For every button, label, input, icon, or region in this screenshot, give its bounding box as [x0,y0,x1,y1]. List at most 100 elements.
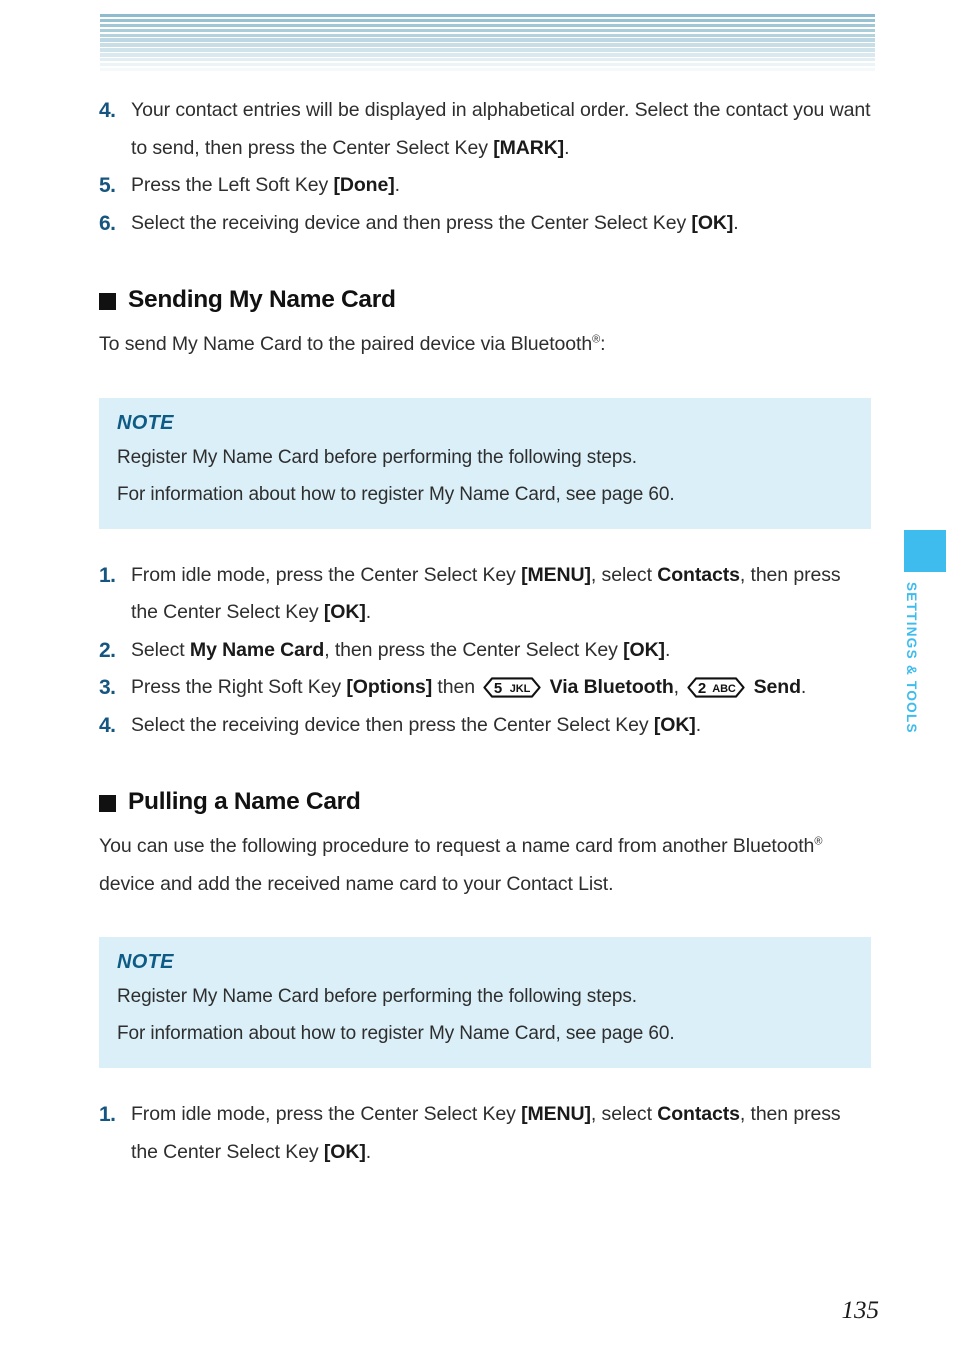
svg-text:5: 5 [494,680,502,697]
note-line-2: For information about how to register My… [117,1023,675,1044]
step-number: 6. [99,211,116,235]
note-line-2: For information about how to register My… [117,483,675,505]
note-title: NOTE [117,411,174,434]
square-bullet-icon [99,794,116,812]
step-emphasis: My Name Card [189,638,325,661]
header-decorative-stripes [100,14,875,78]
step-text: Select [131,638,190,661]
side-tab-settings-and-tools: SETTINGS & TOOLS [904,530,946,734]
step-item: 1. From idle mode, press the Center Selec… [99,557,871,632]
note-box-pulling: NOTE Register My Name Card before perfor… [99,937,871,1068]
header-stripe [100,23,875,28]
step-text: . [800,676,807,698]
section-one-steps-list: 1. From idle mode, press the Center Selec… [99,557,871,745]
step-emphasis: [Done] [333,174,395,196]
note-title: NOTE [117,951,174,973]
section-two-intro-part1: You can use the following procedure to r… [99,835,815,857]
step-text: , select [590,1103,658,1125]
step-number: 1. [99,563,116,587]
header-stripe [100,14,875,18]
step-number: 1. [99,1103,116,1126]
section-one-intro-after: : [600,333,606,355]
header-stripe [100,43,875,47]
registered-mark-icon: ® [592,333,601,346]
svg-text:ABC: ABC [713,683,737,695]
step-item: 6. Select the receiving device and then p… [99,205,871,243]
step-text: Select the receiving device then press t… [131,713,654,736]
phone-key-2-icon: 2 ABC [687,677,745,698]
section-heading-pulling-a-name-card: Pulling a Name Card [99,788,871,816]
section-two-intro-part2: device and add the received name card to… [99,872,614,895]
step-text: , then press the Center Select Key [324,638,624,661]
header-stripe [100,58,875,62]
step-emphasis: [OK] [323,1140,366,1163]
top-steps-list: 4. Your contact entries will be displayed… [99,92,871,242]
step-emphasis: [MENU] [521,1103,591,1125]
step-item: 2. Select My Name Card, then press the Ce… [99,632,871,670]
section-one-heading-text: Sending My Name Card [128,286,396,313]
section-two-steps-list: 1. From idle mode, press the Center Selec… [99,1096,871,1171]
header-stripe [100,72,875,77]
page-content: 4. Your contact entries will be displayed… [99,92,871,1171]
section-one-intro: To send My Name Card to the paired devic… [99,326,871,364]
step-emphasis: Contacts [657,563,740,586]
step-text: Select the receiving device and then pre… [131,211,692,234]
step-text: From idle mode, press the Center Select … [131,563,522,586]
step-text: , [673,676,685,698]
step-emphasis: [MARK] [493,136,565,159]
step-text: . [564,136,570,159]
side-tab-color-swatch [904,530,946,572]
step-emphasis: [OK] [653,713,696,736]
step-item: 4. Your contact entries will be displayed… [99,92,871,167]
step-item: 1. From idle mode, press the Center Selec… [99,1096,871,1171]
step-text: , select [590,563,658,586]
svg-text:2: 2 [698,680,706,697]
step-item: 4. Select the receiving device then press… [99,707,871,745]
step-item: 3. Press the Right Soft Key [Options] the… [99,669,871,707]
step-emphasis: [Options] [346,676,433,698]
side-tab-label: SETTINGS & TOOLS [904,582,919,734]
step-text: From idle mode, press the Center Select … [131,1103,522,1125]
header-stripe [100,28,875,33]
step-text: . [365,601,372,623]
step-text: . [365,1140,372,1163]
section-heading-sending-my-name-card: Sending My Name Card [99,286,871,314]
step-emphasis: Contacts [657,1103,740,1125]
step-text: Press the Right Soft Key [131,676,347,698]
header-stripe [100,62,875,67]
step-emphasis: Send [753,676,801,698]
header-stripe [100,67,875,72]
note-line-1: Register My Name Card before performing … [117,446,637,468]
step-number: 4. [99,99,116,122]
note-box-sending: NOTE Register My Name Card before perfor… [99,397,871,529]
step-item: 5. Press the Left Soft Key [Done]. [99,167,871,205]
square-bullet-icon [99,292,116,310]
svg-text:JKL: JKL [510,683,531,695]
step-emphasis: [OK] [623,638,665,661]
header-stripe [100,18,875,23]
step-text: Press the Left Soft Key [131,174,334,196]
phone-key-5-icon: 5 JKL [483,677,541,698]
registered-mark-icon: ® [814,835,823,848]
page-number: 135 [841,1297,880,1324]
step-emphasis: Via Bluetooth [549,676,674,698]
step-number: 2. [99,638,116,662]
header-stripe [100,53,875,57]
step-text: . [664,638,671,661]
step-emphasis: [OK] [691,211,734,234]
step-text: . [733,211,739,234]
header-stripe [100,33,875,37]
section-two-heading-text: Pulling a Name Card [128,788,361,815]
section-two-intro: You can use the following procedure to r… [99,828,871,903]
step-number: 3. [99,676,116,699]
header-stripe [100,38,875,42]
note-line-1: Register My Name Card before performing … [117,986,637,1007]
header-stripe [100,48,875,52]
section-one-intro-before: To send My Name Card to the paired devic… [99,333,593,355]
step-number: 5. [99,174,116,197]
step-number: 4. [99,713,116,737]
step-emphasis: [OK] [323,601,366,623]
step-emphasis: [MENU] [521,563,591,586]
step-text: . [695,713,702,736]
step-text: . [394,174,400,196]
